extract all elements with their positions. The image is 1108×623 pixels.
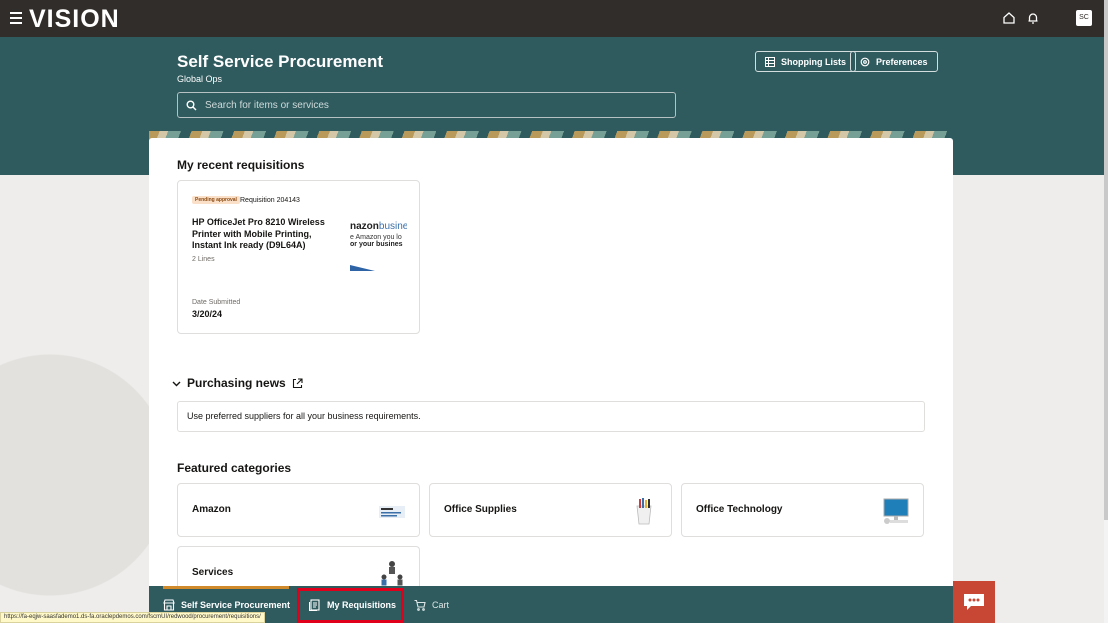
requisition-title: HP OfficeJet Pro 8210 Wireless Printer w…	[192, 217, 325, 250]
thumb-text-line2: e Amazon you lo	[350, 234, 402, 241]
shopping-lists-button[interactable]: Shopping Lists	[755, 51, 856, 72]
browser-status-url: https://fa-eqjw-saasfademo1.ds-fa.oracle…	[0, 612, 265, 623]
featured-categories-heading: Featured categories	[177, 461, 292, 475]
requisition-card[interactable]: Pending approval Requisition 204143 HP O…	[177, 180, 420, 334]
global-header: VISION SC	[0, 0, 1108, 37]
category-name: Amazon	[192, 504, 231, 515]
category-card-services[interactable]: Services	[177, 546, 420, 586]
category-name: Office Technology	[696, 504, 783, 515]
requisition-number: Requisition 204143	[240, 197, 300, 204]
active-tab-indicator	[163, 586, 289, 589]
tab-label: Cart	[432, 599, 450, 610]
purchasing-news-toggle[interactable]: Purchasing news	[172, 376, 303, 390]
category-card-amazon[interactable]: Amazon	[177, 483, 420, 537]
category-name: Office Supplies	[444, 504, 517, 515]
user-avatar[interactable]: SC	[1076, 10, 1092, 26]
category-card-office-supplies[interactable]: Office Supplies	[429, 483, 672, 537]
requisition-lines: 2 Lines	[192, 256, 215, 263]
amazon-business-thumbnail: nazonbusine e Amazon you lo or your busi…	[350, 221, 407, 271]
chat-button[interactable]	[953, 581, 995, 623]
list-grid-icon	[765, 56, 775, 67]
services-people-icon	[381, 561, 403, 586]
chevron-down-icon	[172, 381, 181, 386]
chat-bubble-icon	[964, 594, 984, 610]
thumb-shape	[350, 265, 375, 271]
cart-icon	[414, 599, 426, 611]
status-badge: Pending approval	[192, 196, 240, 204]
page-scrollbar[interactable]	[1104, 0, 1108, 623]
amazon-thumbnail-icon	[379, 506, 405, 518]
news-message: Use preferred suppliers for all your bus…	[177, 401, 925, 432]
computer-monitor-icon	[883, 498, 909, 524]
bottom-navigation: Self Service Procurement My Requisitions…	[149, 586, 953, 623]
preferences-label: Preferences	[876, 56, 928, 67]
preferences-button[interactable]: Preferences	[850, 51, 938, 72]
search-input[interactable]	[205, 99, 665, 111]
purchasing-news-heading: Purchasing news	[187, 376, 286, 390]
shopping-lists-label: Shopping Lists	[781, 56, 846, 67]
search-box[interactable]	[177, 92, 676, 118]
recent-requisitions-heading: My recent requisitions	[177, 158, 305, 172]
date-submitted-value: 3/20/24	[192, 309, 223, 319]
tab-cart[interactable]: Cart	[414, 586, 449, 623]
thumb-text-amazon: nazon	[350, 221, 379, 232]
page-title: Self Service Procurement	[177, 52, 383, 71]
category-name: Services	[192, 567, 234, 578]
office-supplies-icon	[636, 498, 652, 525]
scrollbar-thumb[interactable]	[1104, 0, 1108, 520]
vision-logo[interactable]: VISION	[29, 5, 120, 34]
menu-icon[interactable]	[10, 12, 22, 24]
category-card-office-technology[interactable]: Office Technology	[681, 483, 924, 537]
storefront-icon	[163, 598, 175, 611]
home-icon[interactable]	[1002, 11, 1016, 25]
selection-highlight	[297, 588, 404, 623]
bell-icon[interactable]	[1026, 11, 1040, 25]
thumb-text-business: busine	[378, 221, 407, 232]
thumb-text-line3: or your busines	[350, 241, 403, 248]
gear-icon	[860, 57, 870, 66]
date-submitted-label: Date Submitted	[192, 299, 241, 306]
external-link-icon[interactable]	[292, 377, 303, 389]
tab-label: Self Service Procurement	[181, 599, 291, 610]
page-subtitle: Global Ops	[177, 74, 223, 84]
search-icon	[186, 100, 197, 110]
